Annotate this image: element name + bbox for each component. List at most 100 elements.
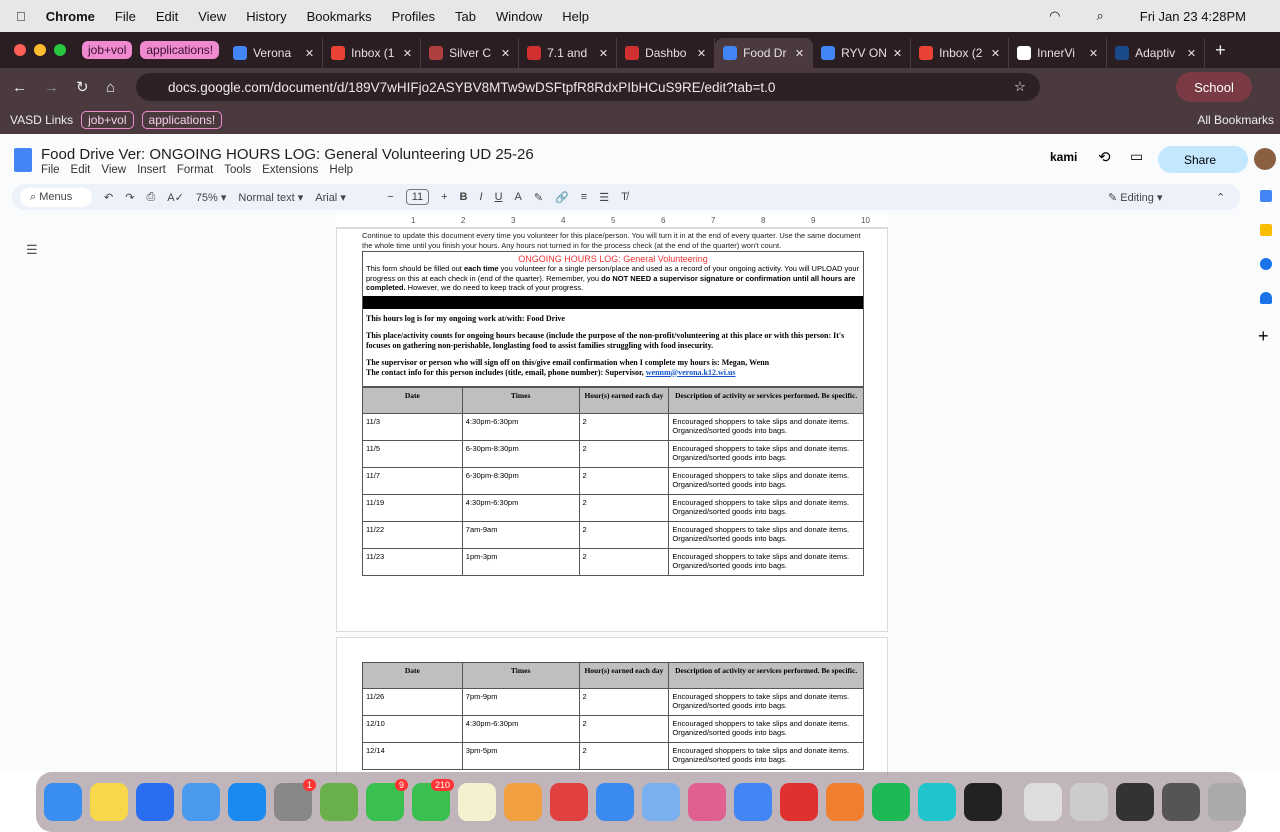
docs-menu-view[interactable]: View bbox=[101, 164, 126, 176]
docs-menu-file[interactable]: File bbox=[41, 164, 60, 176]
docs-logo-icon[interactable] bbox=[14, 148, 32, 172]
table-cell[interactable]: Encouraged shoppers to take slips and do… bbox=[668, 440, 864, 468]
books-icon[interactable] bbox=[826, 783, 864, 821]
table-cell[interactable]: 6-30pm-8:30pm bbox=[461, 440, 580, 468]
bulleted-list-icon[interactable]: ☰ bbox=[599, 191, 609, 204]
docs-menu-extensions[interactable]: Extensions bbox=[262, 164, 318, 176]
table-cell[interactable]: 12/14 bbox=[362, 742, 463, 770]
browser-tab[interactable]: Adaptiv ✕ bbox=[1107, 38, 1206, 68]
contacts-icon[interactable] bbox=[1260, 292, 1272, 304]
kami-button[interactable]: kami bbox=[1050, 150, 1077, 164]
youtube-icon[interactable] bbox=[780, 783, 818, 821]
italic-button[interactable]: I bbox=[480, 191, 483, 203]
roblox-icon[interactable] bbox=[136, 783, 174, 821]
close-tab-icon[interactable]: ✕ bbox=[991, 47, 1000, 60]
outline-icon[interactable]: ☰ bbox=[26, 242, 38, 258]
table-cell[interactable]: 3pm-5pm bbox=[461, 742, 580, 770]
menu-view[interactable]: View bbox=[198, 9, 226, 24]
table-cell[interactable]: Encouraged shoppers to take slips and do… bbox=[668, 521, 864, 549]
star-icon[interactable]: ☆ bbox=[1014, 79, 1026, 95]
close-tab-icon[interactable]: ✕ bbox=[403, 47, 412, 60]
underline-button[interactable]: U bbox=[495, 191, 503, 203]
close-tab-icon[interactable]: ✕ bbox=[599, 47, 608, 60]
messages-icon[interactable]: 210 bbox=[412, 779, 454, 821]
table-cell[interactable]: 2 bbox=[578, 548, 670, 576]
table-cell[interactable]: 11/3 bbox=[362, 413, 463, 441]
app-store-icon[interactable] bbox=[228, 783, 266, 821]
browser-tab[interactable]: Dashbo ✕ bbox=[617, 38, 716, 68]
menu-help[interactable]: Help bbox=[562, 9, 589, 24]
undo-icon[interactable]: ↶ bbox=[104, 191, 113, 204]
all-bookmarks[interactable]: All Bookmarks bbox=[1197, 113, 1274, 127]
table-cell[interactable]: 2 bbox=[578, 742, 670, 770]
spellcheck-icon[interactable]: A✓ bbox=[167, 191, 184, 204]
close-tab-icon[interactable]: ✕ bbox=[1187, 47, 1196, 60]
notes2-icon[interactable] bbox=[458, 783, 496, 821]
ruler[interactable]: 1 2 3 4 5 6 7 8 9 10 bbox=[336, 214, 888, 228]
table-cell[interactable]: 2 bbox=[578, 413, 670, 441]
reload-icon[interactable]: ↻ bbox=[76, 78, 89, 96]
font-size-field[interactable]: 11 bbox=[405, 189, 430, 205]
table-cell[interactable]: Encouraged shoppers to take slips and do… bbox=[668, 548, 864, 576]
browser-tab[interactable]: 7.1 and ✕ bbox=[519, 38, 618, 68]
browser-tab[interactable]: Verona ✕ bbox=[225, 38, 324, 68]
minimize-window-button[interactable] bbox=[34, 44, 46, 56]
highlight-icon[interactable]: ✎ bbox=[534, 191, 543, 204]
window2-icon[interactable] bbox=[1162, 783, 1200, 821]
facetime-icon[interactable]: 9 bbox=[366, 779, 408, 821]
menu-history[interactable]: History bbox=[246, 9, 286, 24]
browser-tab[interactable]: Inbox (1 ✕ bbox=[323, 38, 422, 68]
table-cell[interactable]: 4:30pm-6:30pm bbox=[461, 494, 580, 522]
table-cell[interactable]: 2 bbox=[578, 521, 670, 549]
new-tab-button[interactable]: + bbox=[1215, 40, 1226, 61]
bookmark-group[interactable]: applications! bbox=[141, 111, 223, 129]
clear-format-icon[interactable]: T̸ bbox=[621, 191, 628, 203]
app-menu[interactable]: Chrome bbox=[46, 9, 95, 24]
editing-mode-select[interactable]: ✎ Editing ▾ bbox=[1108, 191, 1163, 204]
docs-menu-edit[interactable]: Edit bbox=[71, 164, 91, 176]
table-cell[interactable]: Encouraged shoppers to take slips and do… bbox=[668, 742, 864, 770]
bookmark-vasd-links[interactable]: VASD Links bbox=[10, 113, 73, 127]
table-cell[interactable]: 2 bbox=[578, 688, 670, 716]
menu-bookmarks[interactable]: Bookmarks bbox=[307, 9, 372, 24]
avatar[interactable] bbox=[1254, 148, 1276, 170]
launchpad-icon[interactable] bbox=[688, 783, 726, 821]
table-cell[interactable]: Encouraged shoppers to take slips and do… bbox=[668, 467, 864, 495]
canvas-icon[interactable] bbox=[550, 783, 588, 821]
docs-menu-insert[interactable]: Insert bbox=[137, 164, 166, 176]
profile-button[interactable]: School bbox=[1176, 72, 1252, 102]
tasks-icon[interactable] bbox=[1260, 258, 1272, 270]
passwords-icon[interactable] bbox=[642, 783, 680, 821]
spotify-icon[interactable] bbox=[872, 783, 910, 821]
table-cell[interactable]: 2 bbox=[578, 467, 670, 495]
wifi-icon[interactable]: ◠ bbox=[1049, 8, 1060, 24]
quicktime-icon[interactable] bbox=[964, 783, 1002, 821]
url-field[interactable]: docs.google.com/document/d/189V7wHIFjo2A… bbox=[136, 73, 1040, 101]
tab-group[interactable]: job+vol bbox=[82, 41, 133, 59]
table-cell[interactable]: 2 bbox=[578, 715, 670, 743]
bookmark-group[interactable]: job+vol bbox=[81, 111, 134, 129]
home-icon[interactable]: ⌂ bbox=[106, 79, 115, 96]
comments-icon[interactable]: ▭ bbox=[1130, 148, 1143, 165]
tab-group[interactable]: applications! bbox=[140, 41, 220, 59]
table-cell[interactable]: Encouraged shoppers to take slips and do… bbox=[668, 413, 864, 441]
history-icon[interactable]: ⟲ bbox=[1098, 148, 1111, 166]
menu-window[interactable]: Window bbox=[496, 9, 542, 24]
document-page[interactable]: Continue to update this document every t… bbox=[336, 228, 888, 632]
downloads-icon[interactable] bbox=[1070, 783, 1108, 821]
redo-icon[interactable]: ↷ bbox=[125, 191, 134, 204]
browser-tab[interactable]: Food Dr ✕ bbox=[715, 38, 814, 68]
font-size-increase[interactable]: + bbox=[441, 191, 447, 203]
table-cell[interactable]: 7am-9am bbox=[461, 521, 580, 549]
clock[interactable]: Fri Jan 23 4:28PM bbox=[1140, 9, 1246, 24]
collapse-toolbar-icon[interactable]: ⌃ bbox=[1216, 191, 1225, 204]
document-page[interactable]: Date Times Hour(s) earned each day Descript… bbox=[336, 637, 888, 777]
table-cell[interactable]: 2 bbox=[578, 440, 670, 468]
table-cell[interactable]: 11/26 bbox=[362, 688, 463, 716]
photos-icon[interactable] bbox=[504, 783, 542, 821]
add-addon-icon[interactable]: + bbox=[1258, 326, 1278, 347]
menu-edit[interactable]: Edit bbox=[156, 9, 178, 24]
browser-tab[interactable]: RYV ON ✕ bbox=[813, 38, 912, 68]
table-cell[interactable]: 11/22 bbox=[362, 521, 463, 549]
menus-search[interactable]: ⌕ Menus bbox=[20, 187, 92, 207]
